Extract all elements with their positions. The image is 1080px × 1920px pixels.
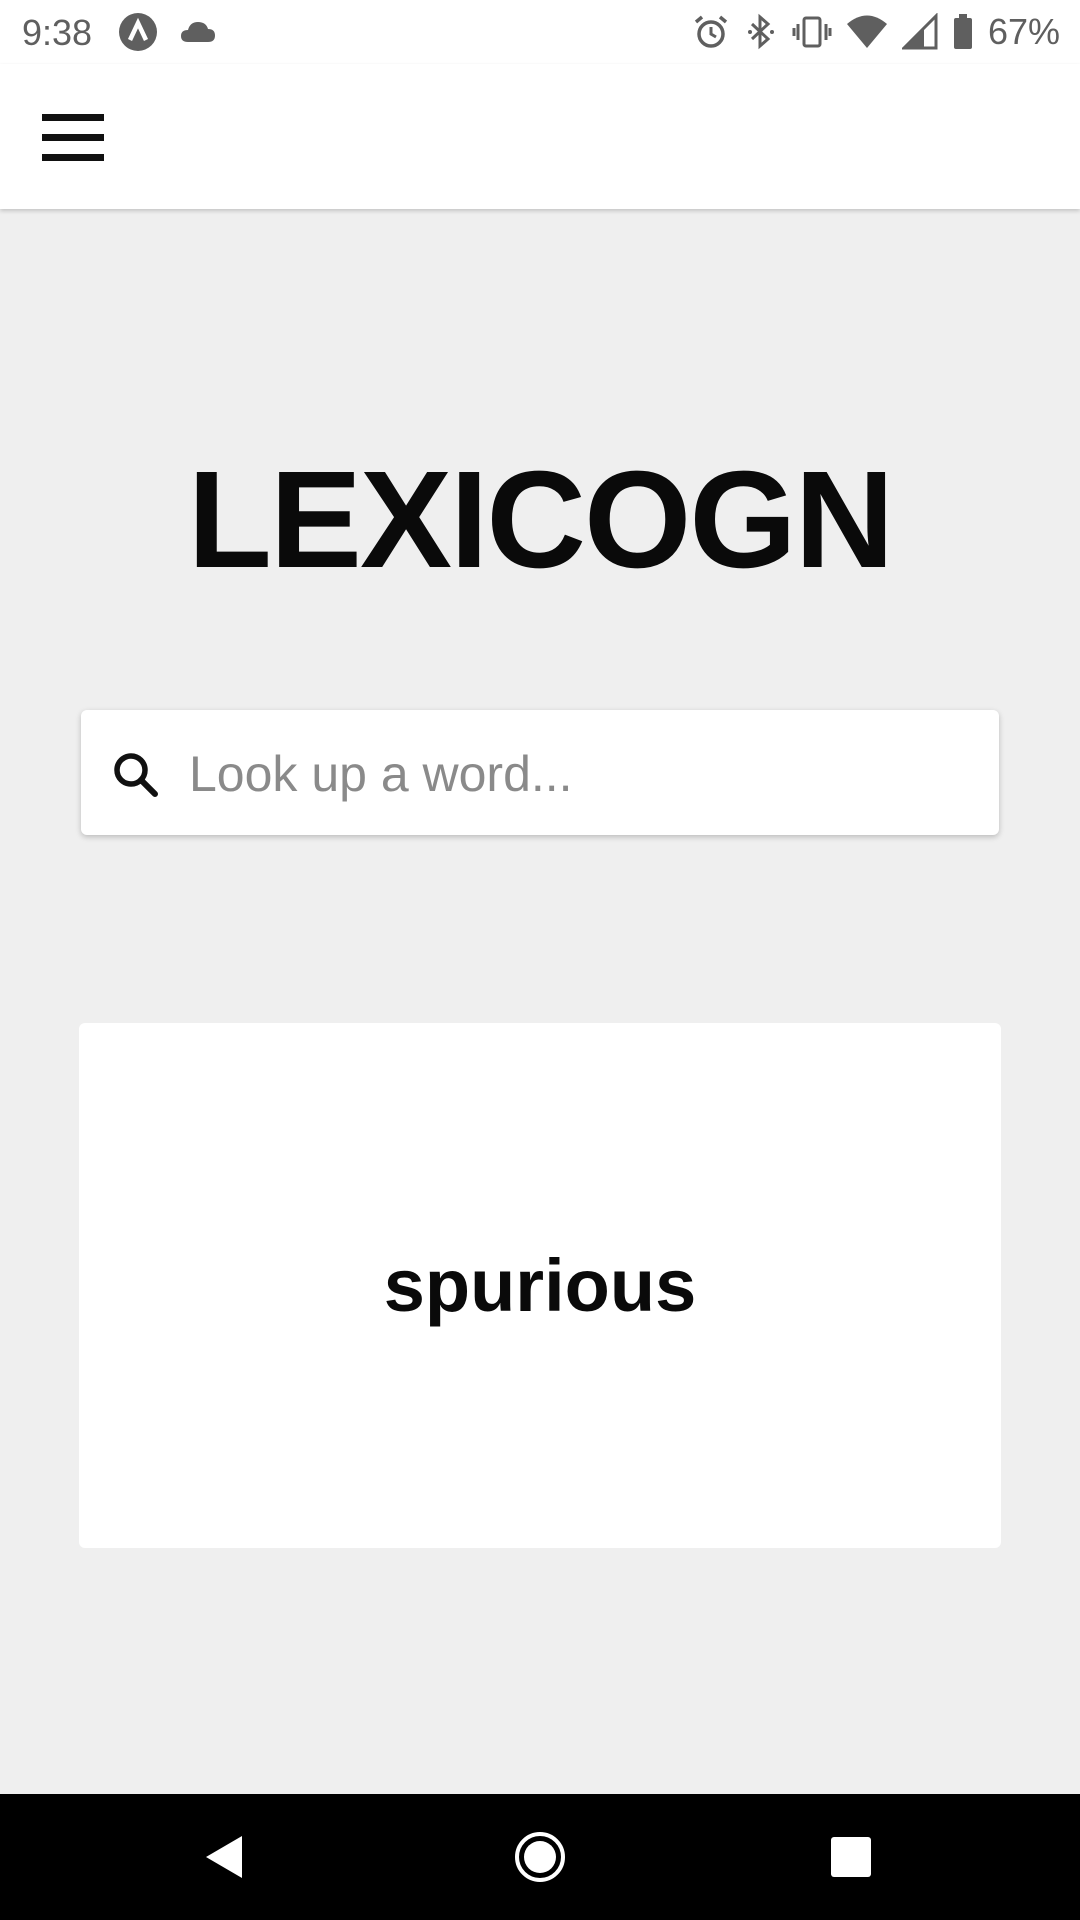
menu-bar-line	[42, 133, 104, 141]
bluetooth-icon	[744, 13, 778, 51]
vibrate-icon	[792, 13, 832, 51]
word-of-the-day: spurious	[383, 1244, 697, 1327]
status-bar: 9:38 67%	[0, 0, 1080, 64]
recents-icon	[829, 1835, 873, 1879]
app-notification-icon	[118, 12, 158, 52]
battery-icon	[952, 13, 974, 51]
system-nav-bar	[0, 1794, 1080, 1920]
hamburger-menu-icon[interactable]	[28, 102, 118, 172]
home-icon	[512, 1829, 568, 1885]
battery-percent: 67%	[987, 11, 1060, 52]
status-time: 9:38	[22, 12, 93, 53]
menu-bar-line	[42, 153, 104, 161]
recents-button[interactable]	[816, 1822, 886, 1892]
app-title: LEXICOGN	[187, 443, 895, 597]
alarm-icon	[692, 13, 730, 51]
back-icon	[200, 1832, 250, 1882]
search-input[interactable]	[187, 710, 981, 837]
status-notification-icons	[118, 12, 218, 52]
search-box[interactable]	[81, 710, 999, 837]
home-button[interactable]	[505, 1822, 575, 1892]
wifi-icon	[846, 13, 888, 51]
status-system-icons: 67%	[692, 10, 1060, 54]
cloud-icon	[178, 12, 218, 52]
back-button[interactable]	[190, 1822, 260, 1892]
word-card[interactable]: spurious	[79, 1023, 1001, 1548]
signal-icon	[900, 12, 938, 51]
menu-bar-line	[42, 113, 104, 121]
search-icon	[111, 750, 161, 800]
app-bar	[0, 64, 1080, 209]
